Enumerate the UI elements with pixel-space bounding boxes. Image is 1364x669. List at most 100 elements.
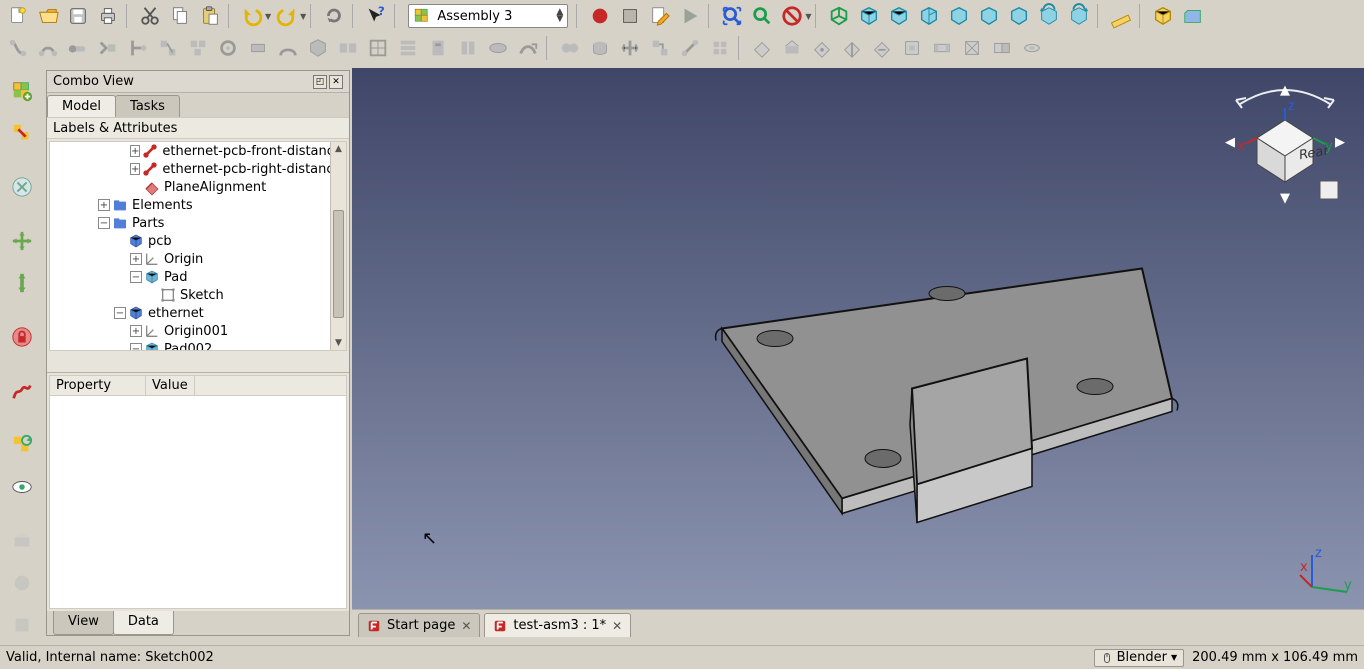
undo-button[interactable] xyxy=(238,2,266,30)
tab-model[interactable]: Model xyxy=(47,95,116,117)
paste-button[interactable] xyxy=(196,2,224,30)
left-view-button[interactable] xyxy=(1005,2,1033,30)
tree-node[interactable]: PlaneAlignment xyxy=(50,178,330,196)
asm-op-7[interactable] xyxy=(748,34,776,62)
expand-icon[interactable]: + xyxy=(130,325,142,337)
asm-lock-button[interactable] xyxy=(5,320,39,354)
asm-op-15[interactable] xyxy=(988,34,1016,62)
prop-col-property[interactable]: Property xyxy=(50,376,146,395)
asm-auto-element-vis-button[interactable] xyxy=(5,524,39,558)
asm-op-16[interactable] xyxy=(1018,34,1046,62)
expand-icon[interactable]: + xyxy=(130,253,142,265)
close-tab-icon[interactable]: ✕ xyxy=(461,619,471,633)
asm-op-6[interactable] xyxy=(706,34,734,62)
save-button[interactable] xyxy=(64,2,92,30)
asm-tool-14[interactable] xyxy=(394,34,422,62)
asm-tool-16[interactable] xyxy=(454,34,482,62)
expand-icon[interactable]: + xyxy=(130,145,140,157)
undo-dropdown-icon[interactable]: ▼ xyxy=(265,12,271,21)
property-body[interactable] xyxy=(50,396,346,608)
asm-tool-13[interactable] xyxy=(364,34,392,62)
asm-op-11[interactable] xyxy=(868,34,896,62)
asm-tool-11[interactable] xyxy=(304,34,332,62)
tree-node[interactable]: −Parts xyxy=(50,214,330,232)
workbench-selector[interactable]: Assembly 3 ▲▼ xyxy=(408,4,568,28)
draw-style-dropdown-icon[interactable]: ▼ xyxy=(805,12,811,21)
asm-tool-6[interactable] xyxy=(154,34,182,62)
bottom-view-button[interactable] xyxy=(975,2,1003,30)
asm-add-origin-button[interactable] xyxy=(5,566,39,600)
right-view-button[interactable] xyxy=(915,2,943,30)
doc-tab-test[interactable]: test-asm3 : 1* ✕ xyxy=(484,613,631,637)
asm-op-4[interactable] xyxy=(646,34,674,62)
refresh-button[interactable] xyxy=(320,2,348,30)
whats-this-button[interactable]: ? xyxy=(362,2,390,30)
asm-tool-17[interactable] xyxy=(484,34,512,62)
asm-op-14[interactable] xyxy=(958,34,986,62)
asm-tool-9[interactable] xyxy=(244,34,272,62)
part-button[interactable] xyxy=(1149,2,1177,30)
tab-tasks[interactable]: Tasks xyxy=(115,95,180,117)
tab-view[interactable]: View xyxy=(53,611,114,635)
tree-node[interactable]: −Pad xyxy=(50,268,330,286)
redo-button[interactable] xyxy=(273,2,301,30)
print-button[interactable] xyxy=(94,2,122,30)
nav-style-selector[interactable]: Blender ▼ xyxy=(1094,649,1185,667)
asm-op-2[interactable] xyxy=(586,34,614,62)
doc-tab-start[interactable]: Start page ✕ xyxy=(358,613,480,637)
asm-tool-7[interactable] xyxy=(184,34,212,62)
copy-button[interactable] xyxy=(166,2,194,30)
panel-close-button[interactable]: ✕ xyxy=(329,75,343,89)
asm-op-9[interactable] xyxy=(808,34,836,62)
tree-scrollbar[interactable]: ▲ ▼ xyxy=(330,142,346,350)
scroll-down-icon[interactable]: ▼ xyxy=(331,336,346,350)
expand-icon[interactable]: + xyxy=(130,163,140,175)
new-doc-button[interactable] xyxy=(4,2,32,30)
tab-data[interactable]: Data xyxy=(113,611,174,635)
asm-tool-1[interactable] xyxy=(4,34,32,62)
tree-node[interactable]: Sketch xyxy=(50,286,330,304)
tree-node[interactable]: +ethernet-pcb-right-distance xyxy=(50,160,330,178)
scroll-thumb[interactable] xyxy=(333,210,344,318)
asm-op-8[interactable] xyxy=(778,34,806,62)
open-doc-button[interactable] xyxy=(34,2,62,30)
iso-view-button[interactable] xyxy=(825,2,853,30)
navcube-menu-button[interactable] xyxy=(1320,181,1338,199)
asm-tool-12[interactable] xyxy=(334,34,362,62)
tree-node[interactable]: −Pad002 xyxy=(50,340,330,351)
asm-tool-15[interactable] xyxy=(424,34,452,62)
redo-dropdown-icon[interactable]: ▼ xyxy=(300,12,306,21)
macro-stop-button[interactable] xyxy=(616,2,644,30)
asm-axial-move-button[interactable] xyxy=(5,266,39,300)
scroll-up-icon[interactable]: ▲ xyxy=(331,142,346,156)
collapse-icon[interactable]: − xyxy=(114,307,126,319)
group-button[interactable] xyxy=(1179,2,1207,30)
asm-op-10[interactable] xyxy=(838,34,866,62)
asm-tool-2[interactable] xyxy=(34,34,62,62)
rear-view-button[interactable] xyxy=(945,2,973,30)
cut-button[interactable] xyxy=(136,2,164,30)
asm-tool-4[interactable] xyxy=(94,34,122,62)
tree-node[interactable]: +ethernet-pcb-front-distance xyxy=(50,142,330,160)
tree-node[interactable]: pcb xyxy=(50,232,330,250)
fit-selection-button[interactable] xyxy=(748,2,776,30)
asm-tool-18[interactable] xyxy=(514,34,542,62)
combo-view-titlebar[interactable]: Combo View ◰ ✕ xyxy=(47,71,349,93)
tree-node[interactable]: +Origin001 xyxy=(50,322,330,340)
3d-viewport[interactable]: ▲ ◀ ▶ ▼ Rear z y x z y x ↖ xyxy=(352,68,1364,637)
collapse-icon[interactable]: − xyxy=(130,343,142,351)
asm-move-button[interactable] xyxy=(5,224,39,258)
measure-button[interactable] xyxy=(1107,2,1135,30)
macro-edit-button[interactable] xyxy=(646,2,674,30)
rotate-right-button[interactable] xyxy=(1065,2,1093,30)
close-tab-icon[interactable]: ✕ xyxy=(612,619,622,633)
macro-record-button[interactable] xyxy=(586,2,614,30)
top-view-button[interactable] xyxy=(885,2,913,30)
navigation-cube[interactable]: ▲ ◀ ▶ ▼ Rear z y x xyxy=(1220,76,1350,206)
asm-op-1[interactable] xyxy=(556,34,584,62)
expand-icon[interactable]: + xyxy=(98,199,110,211)
asm-misc-button[interactable] xyxy=(5,608,39,642)
asm-tool-3[interactable] xyxy=(64,34,92,62)
asm-op-12[interactable] xyxy=(898,34,926,62)
asm-trace-button[interactable] xyxy=(5,374,39,408)
